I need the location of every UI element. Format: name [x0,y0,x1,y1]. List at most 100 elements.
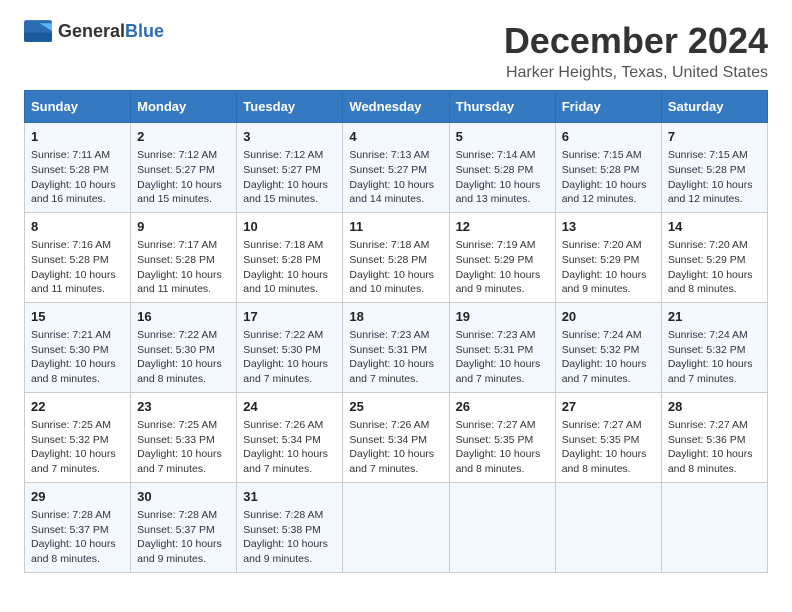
title-block: December 2024 Harker Heights, Texas, Uni… [504,20,768,82]
col-header-wednesday: Wednesday [343,91,449,123]
day-number: 3 [243,128,336,146]
calendar-cell [343,482,449,572]
calendar-cell: 30 Sunrise: 7:28 AM Sunset: 5:37 PM Dayli… [131,482,237,572]
col-header-saturday: Saturday [661,91,767,123]
day-number: 29 [31,488,124,506]
calendar-cell: 3Sunrise: 7:12 AM Sunset: 5:27 PM Daylig… [237,123,343,213]
col-header-friday: Friday [555,91,661,123]
calendar-cell: 20 Sunrise: 7:24 AM Sunset: 5:32 PM Dayli… [555,302,661,392]
day-info: Sunrise: 7:26 AM Sunset: 5:34 PM Dayligh… [349,418,442,477]
calendar-table: SundayMondayTuesdayWednesdayThursdayFrid… [24,90,768,573]
calendar-cell: 25 Sunrise: 7:26 AM Sunset: 5:34 PM Dayli… [343,392,449,482]
day-number: 16 [137,308,230,326]
day-info: Sunrise: 7:23 AM Sunset: 5:31 PM Dayligh… [456,328,549,387]
day-number: 28 [668,398,761,416]
day-info: Sunrise: 7:22 AM Sunset: 5:30 PM Dayligh… [243,328,336,387]
day-number: 25 [349,398,442,416]
day-info: Sunrise: 7:28 AM Sunset: 5:38 PM Dayligh… [243,508,336,567]
subtitle: Harker Heights, Texas, United States [504,64,768,82]
day-info: Sunrise: 7:15 AM Sunset: 5:28 PM Dayligh… [668,148,761,207]
day-number: 20 [562,308,655,326]
calendar-week-row: 1Sunrise: 7:11 AM Sunset: 5:28 PM Daylig… [25,123,768,213]
page-header: GeneralBlue December 2024 Harker Heights… [24,20,768,82]
day-info: Sunrise: 7:25 AM Sunset: 5:33 PM Dayligh… [137,418,230,477]
day-info: Sunrise: 7:27 AM Sunset: 5:35 PM Dayligh… [456,418,549,477]
calendar-cell: 18Sunrise: 7:23 AM Sunset: 5:31 PM Dayli… [343,302,449,392]
calendar-cell: 23Sunrise: 7:25 AM Sunset: 5:33 PM Dayli… [131,392,237,482]
day-number: 18 [349,308,442,326]
day-info: Sunrise: 7:26 AM Sunset: 5:34 PM Dayligh… [243,418,336,477]
day-info: Sunrise: 7:17 AM Sunset: 5:28 PM Dayligh… [137,238,230,297]
day-info: Sunrise: 7:27 AM Sunset: 5:36 PM Dayligh… [668,418,761,477]
calendar-cell: 7Sunrise: 7:15 AM Sunset: 5:28 PM Daylig… [661,123,767,213]
day-number: 12 [456,218,549,236]
day-info: Sunrise: 7:25 AM Sunset: 5:32 PM Dayligh… [31,418,124,477]
col-header-monday: Monday [131,91,237,123]
calendar-week-row: 15Sunrise: 7:21 AM Sunset: 5:30 PM Dayli… [25,302,768,392]
calendar-cell: 17 Sunrise: 7:22 AM Sunset: 5:30 PM Dayli… [237,302,343,392]
day-info: Sunrise: 7:15 AM Sunset: 5:28 PM Dayligh… [562,148,655,207]
calendar-cell: 6 Sunrise: 7:15 AM Sunset: 5:28 PM Daylig… [555,123,661,213]
day-info: Sunrise: 7:20 AM Sunset: 5:29 PM Dayligh… [562,238,655,297]
day-info: Sunrise: 7:20 AM Sunset: 5:29 PM Dayligh… [668,238,761,297]
day-number: 15 [31,308,124,326]
calendar-cell: 28 Sunrise: 7:27 AM Sunset: 5:36 PM Dayli… [661,392,767,482]
day-info: Sunrise: 7:18 AM Sunset: 5:28 PM Dayligh… [243,238,336,297]
day-number: 17 [243,308,336,326]
day-number: 26 [456,398,549,416]
day-number: 9 [137,218,230,236]
day-info: Sunrise: 7:16 AM Sunset: 5:28 PM Dayligh… [31,238,124,297]
day-number: 19 [456,308,549,326]
day-info: Sunrise: 7:27 AM Sunset: 5:35 PM Dayligh… [562,418,655,477]
calendar-cell: 31 Sunrise: 7:28 AM Sunset: 5:38 PM Dayli… [237,482,343,572]
day-info: Sunrise: 7:24 AM Sunset: 5:32 PM Dayligh… [562,328,655,387]
day-info: Sunrise: 7:22 AM Sunset: 5:30 PM Dayligh… [137,328,230,387]
calendar-cell: 8 Sunrise: 7:16 AM Sunset: 5:28 PM Daylig… [25,212,131,302]
day-number: 6 [562,128,655,146]
day-number: 13 [562,218,655,236]
calendar-cell: 13 Sunrise: 7:20 AM Sunset: 5:29 PM Dayli… [555,212,661,302]
calendar-week-row: 22Sunrise: 7:25 AM Sunset: 5:32 PM Dayli… [25,392,768,482]
day-number: 27 [562,398,655,416]
calendar-cell: 24 Sunrise: 7:26 AM Sunset: 5:34 PM Dayli… [237,392,343,482]
calendar-cell: 4 Sunrise: 7:13 AM Sunset: 5:27 PM Daylig… [343,123,449,213]
day-number: 21 [668,308,761,326]
calendar-cell: 2Sunrise: 7:12 AM Sunset: 5:27 PM Daylig… [131,123,237,213]
col-header-thursday: Thursday [449,91,555,123]
col-header-sunday: Sunday [25,91,131,123]
calendar-cell: 19 Sunrise: 7:23 AM Sunset: 5:31 PM Dayli… [449,302,555,392]
day-number: 11 [349,218,442,236]
calendar-cell: 16 Sunrise: 7:22 AM Sunset: 5:30 PM Dayli… [131,302,237,392]
day-number: 31 [243,488,336,506]
calendar-cell: 14Sunrise: 7:20 AM Sunset: 5:29 PM Dayli… [661,212,767,302]
calendar-cell: 12Sunrise: 7:19 AM Sunset: 5:29 PM Dayli… [449,212,555,302]
calendar-cell: 22Sunrise: 7:25 AM Sunset: 5:32 PM Dayli… [25,392,131,482]
calendar-cell [555,482,661,572]
day-number: 5 [456,128,549,146]
day-info: Sunrise: 7:14 AM Sunset: 5:28 PM Dayligh… [456,148,549,207]
logo-icon [24,20,52,42]
calendar-cell: 29 Sunrise: 7:28 AM Sunset: 5:37 PM Dayli… [25,482,131,572]
day-info: Sunrise: 7:18 AM Sunset: 5:28 PM Dayligh… [349,238,442,297]
calendar-cell: 9 Sunrise: 7:17 AM Sunset: 5:28 PM Daylig… [131,212,237,302]
day-number: 4 [349,128,442,146]
calendar-cell: 1Sunrise: 7:11 AM Sunset: 5:28 PM Daylig… [25,123,131,213]
calendar-cell: 15Sunrise: 7:21 AM Sunset: 5:30 PM Dayli… [25,302,131,392]
logo-text-blue: Blue [125,21,164,41]
calendar-cell [661,482,767,572]
day-number: 1 [31,128,124,146]
calendar-cell [449,482,555,572]
day-info: Sunrise: 7:28 AM Sunset: 5:37 PM Dayligh… [137,508,230,567]
calendar-cell: 11 Sunrise: 7:18 AM Sunset: 5:28 PM Dayli… [343,212,449,302]
day-number: 8 [31,218,124,236]
day-number: 24 [243,398,336,416]
day-info: Sunrise: 7:13 AM Sunset: 5:27 PM Dayligh… [349,148,442,207]
calendar-week-row: 8 Sunrise: 7:16 AM Sunset: 5:28 PM Daylig… [25,212,768,302]
logo: GeneralBlue [24,20,164,42]
day-number: 30 [137,488,230,506]
col-header-tuesday: Tuesday [237,91,343,123]
logo-text-general: General [58,21,125,41]
calendar-cell: 26 Sunrise: 7:27 AM Sunset: 5:35 PM Dayli… [449,392,555,482]
day-info: Sunrise: 7:28 AM Sunset: 5:37 PM Dayligh… [31,508,124,567]
calendar-cell: 21Sunrise: 7:24 AM Sunset: 5:32 PM Dayli… [661,302,767,392]
